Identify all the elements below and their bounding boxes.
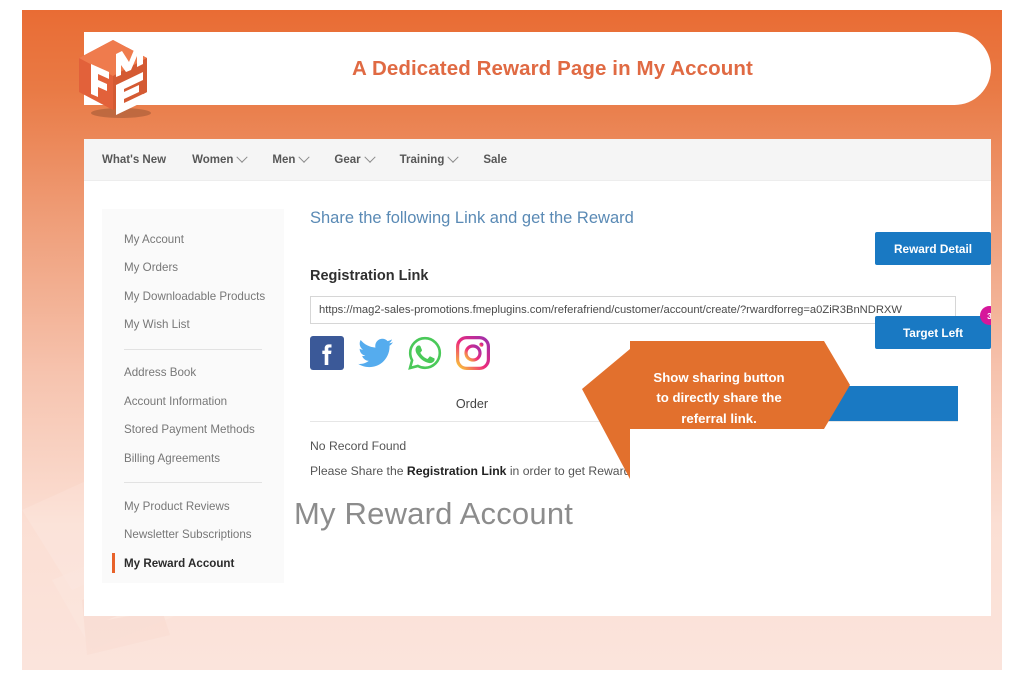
nav-label: Gear — [334, 153, 361, 166]
page-canvas: A Dedicated Reward Page in My Account Wh… — [22, 10, 1002, 670]
sidebar-divider — [124, 348, 262, 350]
sidebar-item-my-wish-list[interactable]: My Wish List — [102, 311, 284, 340]
nav-item-whats-new[interactable]: What's New — [102, 154, 166, 166]
sidebar-divider — [124, 482, 262, 484]
page-title-header: A Dedicated Reward Page in My Account — [352, 56, 753, 80]
please-share-text: Please Share the Registration Link in or… — [310, 464, 630, 478]
nav-label: Training — [399, 153, 445, 166]
no-record-text: No Record Found — [310, 439, 407, 453]
facebook-icon[interactable] — [310, 336, 344, 370]
sidebar-item-my-product-reviews[interactable]: My Product Reviews — [102, 492, 284, 521]
please-share-suffix: in order to get Reward — [506, 464, 631, 478]
sidebar-item-my-downloadable-products[interactable]: My Downloadable Products — [102, 282, 284, 311]
nav-item-sale[interactable]: Sale — [483, 154, 507, 166]
nav-item-training[interactable]: Training — [399, 151, 460, 166]
nav-item-men[interactable]: Men — [272, 151, 311, 166]
account-sidebar: My Account My Orders My Downloadable Pro… — [102, 209, 284, 583]
sidebar-item-billing-agreements[interactable]: Billing Agreements — [102, 444, 284, 473]
nav-item-gear[interactable]: Gear — [334, 151, 376, 166]
site-top-navigation: What's New Women Men Gear Training Sale — [84, 139, 991, 181]
nav-item-women[interactable]: Women — [192, 151, 249, 166]
tab-registration[interactable]: Registration — [634, 386, 958, 421]
tab-order[interactable]: Order — [310, 386, 634, 421]
registration-link-input[interactable] — [310, 296, 956, 324]
instagram-icon[interactable] — [456, 336, 490, 370]
site-screenshot-card: What's New Women Men Gear Training Sale — [84, 139, 991, 616]
nav-label: Sale — [483, 153, 508, 166]
social-share-buttons — [310, 336, 965, 370]
sidebar-item-address-book[interactable]: Address Book — [102, 359, 284, 388]
nav-label: What's New — [102, 153, 167, 166]
fme-cube-logo-icon — [69, 34, 157, 120]
sidebar-item-my-reward-account[interactable]: My Reward Account — [102, 549, 284, 578]
target-left-button[interactable]: Target Left — [875, 316, 991, 349]
registration-link-label: Registration Link — [310, 268, 429, 284]
chevron-down-icon — [298, 151, 311, 163]
page-title: My Reward Account — [294, 496, 574, 531]
chevron-down-icon — [363, 151, 376, 163]
chevron-down-icon — [236, 151, 249, 163]
header-bar: A Dedicated Reward Page in My Account — [84, 32, 991, 105]
nav-label: Men — [272, 153, 296, 166]
main-content: Share the following Link and get the Rew… — [284, 181, 991, 615]
reward-tabs: Order Registration — [310, 386, 958, 422]
twitter-icon[interactable] — [358, 336, 394, 370]
sidebar-item-stored-payment-methods[interactable]: Stored Payment Methods — [102, 416, 284, 445]
share-heading: Share the following Link and get the Rew… — [310, 209, 634, 227]
please-share-prefix: Please Share the — [310, 464, 407, 478]
sidebar-item-account-information[interactable]: Account Information — [102, 387, 284, 416]
sidebar-item-my-account[interactable]: My Account — [102, 225, 284, 254]
sidebar-item-newsletter-subscriptions[interactable]: Newsletter Subscriptions — [102, 521, 284, 550]
sidebar-item-my-orders[interactable]: My Orders — [102, 254, 284, 283]
please-share-bold: Registration Link — [406, 464, 507, 478]
chevron-down-icon — [447, 151, 460, 163]
reward-detail-button[interactable]: Reward Detail — [875, 232, 991, 265]
whatsapp-icon[interactable] — [408, 336, 442, 370]
nav-label: Women — [192, 153, 234, 166]
